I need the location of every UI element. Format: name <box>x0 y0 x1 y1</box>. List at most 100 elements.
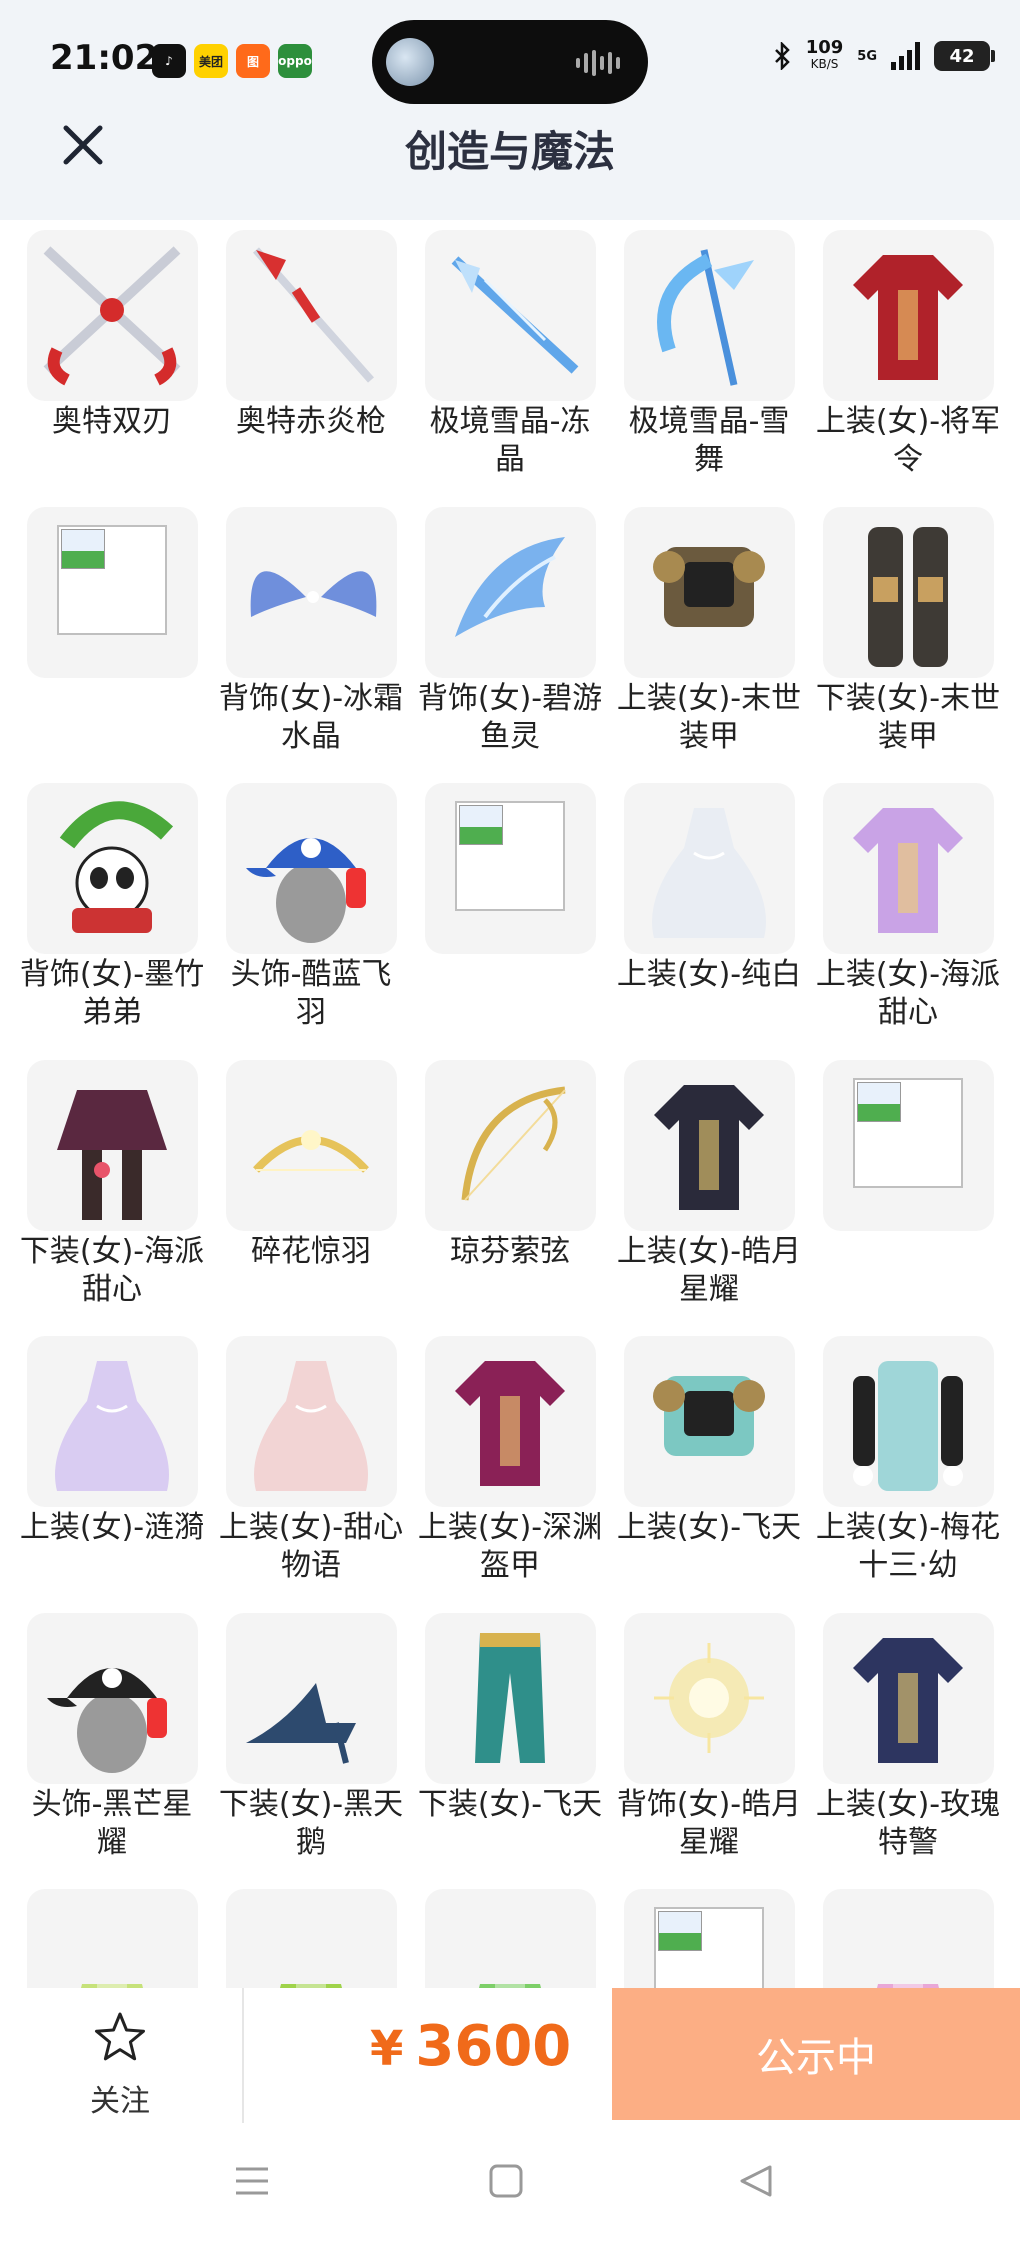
grid-item[interactable] <box>425 783 596 954</box>
teal-coat-icon <box>853 1361 963 1491</box>
item-thumbnail <box>823 1613 994 1784</box>
price-value: 3600 <box>415 2014 572 2079</box>
black-cap-icon <box>47 1668 167 1773</box>
grid-item[interactable]: 下装(女)-末世装甲 <box>816 507 1000 756</box>
feitian-top-icon <box>653 1376 765 1456</box>
bottom-action-bar: 关注 ¥3600 公示中 <box>0 1988 1020 2123</box>
ice-scythe-icon <box>657 249 754 386</box>
grid-item[interactable]: 奥特双刃 <box>27 230 198 441</box>
item-label: 上装(女)-海派甜心 <box>815 957 1001 1030</box>
home-nav-icon[interactable] <box>486 2161 526 2201</box>
grid-item[interactable]: 上装(女)-飞天 <box>617 1336 801 1547</box>
item-label: 背饰(女)-墨竹弟弟 <box>19 957 205 1030</box>
grid-item[interactable]: 碎花惊羽 <box>226 1060 397 1271</box>
item-label: 极境雪晶-冻晶 <box>429 404 591 477</box>
item-thumbnail <box>27 507 198 678</box>
item-label: 奥特赤炎枪 <box>236 404 386 439</box>
grid-item[interactable]: 上装(女)-皓月星耀 <box>617 1060 801 1309</box>
grid-item[interactable]: 琼芬萦弦 <box>425 1060 596 1271</box>
grid-item[interactable]: 上装(女)-末世装甲 <box>617 507 801 756</box>
menu-nav-icon[interactable] <box>232 2161 272 2201</box>
item-label: 上装(女)-玫瑰特警 <box>815 1787 1001 1860</box>
item-thumbnail <box>624 1613 795 1784</box>
item-thumbnail <box>27 783 198 954</box>
item-label: 下装(女)-飞天 <box>417 1787 603 1822</box>
app-screen: { "status": { "time": "21:02", "app_icon… <box>0 0 1020 2243</box>
gold-top-icon <box>853 808 963 933</box>
grid-item[interactable] <box>823 1060 994 1231</box>
item-thumbnail <box>624 230 795 401</box>
grid-item[interactable]: 背饰(女)-冰霜水晶 <box>219 507 403 756</box>
follow-button[interactable]: 关注 <box>70 1988 170 2123</box>
grid-item[interactable]: 下装(女)-海派甜心 <box>20 1060 204 1309</box>
audio-wave-icon <box>576 50 620 76</box>
grid-item[interactable]: 奥特赤炎枪 <box>226 230 397 441</box>
public-status-button[interactable]: 公示中 <box>612 1988 1020 2120</box>
item-thumbnail <box>823 783 994 954</box>
network-type: 5G <box>857 48 877 64</box>
grid-item[interactable]: 上装(女)-梅花十三·幼 <box>816 1336 1000 1585</box>
item-thumbnail <box>425 783 596 954</box>
item-label: 上装(女)-梅花十三·幼 <box>815 1510 1001 1583</box>
heels-icon <box>246 1683 356 1764</box>
item-label: 琼芬萦弦 <box>450 1234 570 1269</box>
grid-item[interactable]: 头饰-酷蓝飞羽 <box>226 783 397 1032</box>
grid-item[interactable]: 上装(女)-涟漪 <box>20 1336 204 1547</box>
item-thumbnail <box>27 1336 198 1507</box>
item-label: 下装(女)-黑天鹅 <box>218 1787 404 1860</box>
item-thumbnail <box>425 230 596 401</box>
grid-item[interactable]: 背饰(女)-碧游鱼灵 <box>418 507 602 756</box>
item-label: 上装(女)-涟漪 <box>19 1510 205 1545</box>
item-thumbnail <box>624 1336 795 1507</box>
item-thumbnail <box>226 507 397 678</box>
item-thumbnail <box>823 1060 994 1231</box>
item-label: 下装(女)-海派甜心 <box>19 1234 205 1307</box>
network-speed: 109 KB/S <box>805 37 844 72</box>
broken-image-icon <box>853 1078 963 1188</box>
grid-item[interactable]: 下装(女)-飞天 <box>418 1613 602 1824</box>
ice-wings-icon <box>250 571 377 617</box>
tiktok-icon: ♪ <box>152 44 186 78</box>
item-label: 上装(女)-深渊盔甲 <box>417 1510 603 1583</box>
item-label: 奥特双刃 <box>52 404 172 439</box>
broken-image-icon <box>57 525 167 635</box>
grid-item[interactable]: 极境雪晶-冻晶 <box>425 230 596 479</box>
item-thumbnail <box>425 1060 596 1231</box>
gold-harp-icon <box>461 1086 566 1201</box>
media-avatar-icon <box>386 38 434 86</box>
item-thumbnail <box>624 1060 795 1231</box>
item-label: 背饰(女)-皓月星耀 <box>616 1787 802 1860</box>
dark-top-icon <box>654 1085 764 1210</box>
item-thumbnail <box>27 1613 198 1784</box>
grid-item[interactable]: 上装(女)-甜心物语 <box>219 1336 403 1585</box>
bluetooth-icon <box>774 42 790 70</box>
item-thumbnail <box>823 230 994 401</box>
ice-sword-icon <box>451 256 579 374</box>
divider <box>242 1988 244 2123</box>
grid-item[interactable]: 上装(女)-玫瑰特警 <box>816 1613 1000 1862</box>
signal-icon <box>891 42 920 70</box>
glow-orb-icon <box>654 1643 764 1753</box>
grid-item[interactable]: 下装(女)-黑天鹅 <box>219 1613 403 1862</box>
grid-item[interactable]: 背饰(女)-墨竹弟弟 <box>20 783 204 1032</box>
grid-item[interactable]: 上装(女)-将军令 <box>816 230 1000 479</box>
item-label: 上装(女)-甜心物语 <box>218 1510 404 1583</box>
item-thumbnail <box>226 783 397 954</box>
currency-symbol: ¥ <box>370 2021 404 2077</box>
grid-item[interactable]: 上装(女)-海派甜心 <box>816 783 1000 1032</box>
grid-item[interactable]: 头饰-黑芒星耀 <box>27 1613 198 1862</box>
item-thumbnail <box>624 507 795 678</box>
grid-item[interactable]: 上装(女)-深渊盔甲 <box>418 1336 602 1585</box>
dynamic-island[interactable] <box>372 20 648 104</box>
grid-item[interactable]: 极境雪晶-雪舞 <box>624 230 795 479</box>
grid-item[interactable]: 上装(女)-纯白 <box>617 783 801 994</box>
armor-legs-icon <box>868 527 948 667</box>
grid-item[interactable] <box>27 507 198 678</box>
item-label: 碎花惊羽 <box>251 1234 371 1269</box>
water-wings-icon <box>455 537 565 637</box>
follow-label: 关注 <box>90 2084 150 2119</box>
grid-item[interactable]: 背饰(女)-皓月星耀 <box>617 1613 801 1862</box>
back-nav-icon[interactable] <box>736 2161 776 2201</box>
item-label: 极境雪晶-雪舞 <box>628 404 790 477</box>
blue-cap-icon <box>246 838 366 943</box>
